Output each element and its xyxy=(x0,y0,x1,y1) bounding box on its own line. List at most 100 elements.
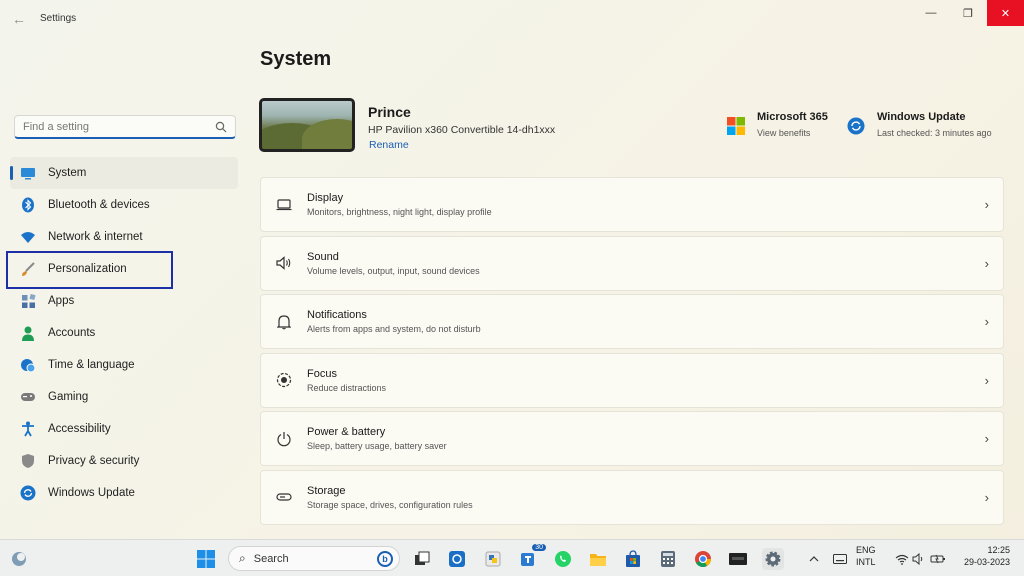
chevron-right-icon: › xyxy=(984,489,989,505)
focus-icon xyxy=(275,371,293,389)
card-sound[interactable]: Sound Volume levels, output, input, sound… xyxy=(260,235,1004,291)
sidebar-item-label: Apps xyxy=(48,295,75,307)
sidebar-item-label: Gaming xyxy=(48,391,89,403)
sidebar-item-label: Windows Update xyxy=(48,487,135,499)
sidebar-item-accounts[interactable]: Accounts xyxy=(10,317,238,349)
gamepad-icon xyxy=(20,389,36,405)
monitor-icon xyxy=(20,165,36,181)
cortana-icon[interactable] xyxy=(446,548,468,570)
card-title: Notifications xyxy=(307,309,367,322)
chevron-right-icon: › xyxy=(984,197,989,212)
device-model: HP Pavilion x360 Convertible 14-dh1xxx xyxy=(368,124,556,136)
globe-clock-icon xyxy=(20,357,36,373)
app-title: Settings xyxy=(40,13,77,24)
search-input[interactable] xyxy=(23,120,215,133)
chevron-right-icon: › xyxy=(984,431,989,447)
apps-icon xyxy=(20,293,36,309)
card-power-battery[interactable]: Power & battery Sleep, battery usage, bat… xyxy=(260,411,1004,467)
task-view-icon[interactable] xyxy=(411,548,433,570)
display-icon xyxy=(275,196,293,214)
microsoft-365-link[interactable]: Microsoft 365 View benefits xyxy=(727,111,828,138)
find-setting-search[interactable] xyxy=(14,115,236,139)
clock-date: 29-03-2023 xyxy=(963,557,1010,567)
sidebar-item-network[interactable]: Network & internet xyxy=(10,221,238,253)
sidebar-item-bluetooth[interactable]: Bluetooth & devices xyxy=(10,189,238,221)
file-explorer-icon[interactable] xyxy=(587,548,609,570)
microsoft-logo-icon xyxy=(727,117,745,135)
chevron-right-icon: › xyxy=(984,372,989,388)
rename-link[interactable]: Rename xyxy=(369,139,409,151)
sidebar-nav: System Bluetooth & devices Network & int… xyxy=(10,157,238,509)
device-wallpaper-thumbnail[interactable] xyxy=(259,98,355,152)
sidebar-item-label: Accounts xyxy=(48,327,96,339)
card-title: Focus xyxy=(307,367,337,380)
quick-link-title: Microsoft 365 xyxy=(757,111,828,123)
page-title: System xyxy=(260,48,332,70)
card-title: Storage xyxy=(307,484,346,497)
card-focus[interactable]: Focus Reduce distractions › xyxy=(260,352,1004,408)
clock[interactable]: 12:25 29-03-2023 xyxy=(956,544,1010,568)
sidebar-item-time-language[interactable]: Time & language xyxy=(10,349,238,381)
card-subtitle: Reduce distractions xyxy=(307,382,387,393)
sidebar-item-privacy[interactable]: Privacy & security xyxy=(10,445,238,477)
device-name: Prince xyxy=(368,104,411,120)
chevron-right-icon: › xyxy=(984,314,989,330)
chevron-up-icon[interactable] xyxy=(803,548,825,570)
python-app-icon[interactable] xyxy=(482,548,504,570)
quick-link-subtitle: Last checked: 3 minutes ago xyxy=(877,128,992,138)
sidebar-item-label: Time & language xyxy=(48,359,135,371)
language-line: ENG xyxy=(856,545,876,555)
search-icon: ⌕ xyxy=(239,551,246,565)
battery-icon[interactable] xyxy=(927,548,949,570)
title-bar: ← Settings — ❐ ✕ xyxy=(0,0,1024,38)
bell-icon xyxy=(275,313,293,331)
sidebar-item-label: Bluetooth & devices xyxy=(48,199,150,211)
chevron-right-icon: › xyxy=(984,255,989,271)
sidebar-item-accessibility[interactable]: Accessibility xyxy=(10,413,238,445)
terminal-app-icon[interactable] xyxy=(727,548,749,570)
clock-time: 12:25 xyxy=(987,545,1010,555)
back-arrow-icon[interactable]: ← xyxy=(10,10,28,28)
widgets-icon[interactable] xyxy=(8,548,30,570)
taskbar-search[interactable]: ⌕ Search b xyxy=(228,546,400,571)
language-indicator[interactable]: ENG INTL xyxy=(856,544,876,568)
card-title: Display xyxy=(307,192,344,204)
speaker-icon xyxy=(275,254,293,272)
maximize-button[interactable]: ❐ xyxy=(949,0,987,26)
sidebar-item-apps[interactable]: Apps xyxy=(10,285,238,317)
card-notifications[interactable]: Notifications Alerts from apps and system… xyxy=(260,294,1004,350)
card-title: Power & battery xyxy=(307,426,386,439)
settings-gear-icon[interactable] xyxy=(762,548,784,570)
sidebar-item-gaming[interactable]: Gaming xyxy=(10,381,238,413)
sidebar-item-label: Accessibility xyxy=(48,423,111,435)
card-display[interactable]: Display Monitors, brightness, night light… xyxy=(260,177,1004,232)
store-icon[interactable] xyxy=(622,548,644,570)
keyboard-icon[interactable] xyxy=(829,548,851,570)
highlight-outline xyxy=(6,251,173,289)
start-windows-icon[interactable] xyxy=(195,548,217,570)
accessibility-icon xyxy=(20,421,36,437)
sidebar-item-system[interactable]: System xyxy=(10,157,238,189)
windows-update-link[interactable]: Windows Update Last checked: 3 minutes a… xyxy=(847,111,992,138)
sidebar-item-windows-update[interactable]: Windows Update xyxy=(10,477,238,509)
sidebar-item-label: Network & internet xyxy=(48,231,143,243)
whatsapp-icon[interactable] xyxy=(552,548,574,570)
bing-icon[interactable]: b xyxy=(377,551,393,567)
quick-link-title: Windows Update xyxy=(877,111,966,123)
chrome-icon[interactable] xyxy=(692,548,714,570)
settings-cards: Display Monitors, brightness, night light… xyxy=(260,177,1004,529)
close-button[interactable]: ✕ xyxy=(987,0,1024,26)
storage-icon xyxy=(275,488,293,506)
card-subtitle: Sleep, battery usage, battery saver xyxy=(307,441,447,452)
sidebar-item-label: Privacy & security xyxy=(48,455,140,467)
update-icon xyxy=(20,485,36,501)
person-icon xyxy=(20,325,36,341)
card-subtitle: Monitors, brightness, night light, displ… xyxy=(307,207,492,217)
shield-icon xyxy=(20,453,36,469)
calculator-icon[interactable] xyxy=(657,548,679,570)
teams-icon[interactable]: 30 xyxy=(518,544,546,570)
taskbar-search-label: Search xyxy=(253,552,289,565)
minimize-button[interactable]: — xyxy=(912,0,950,26)
card-storage[interactable]: Storage Storage space, drives, configurat… xyxy=(260,469,1004,525)
taskbar: ⌕ Search b 30 ENG INTL 12:25 29-03-2023 xyxy=(0,539,1024,576)
